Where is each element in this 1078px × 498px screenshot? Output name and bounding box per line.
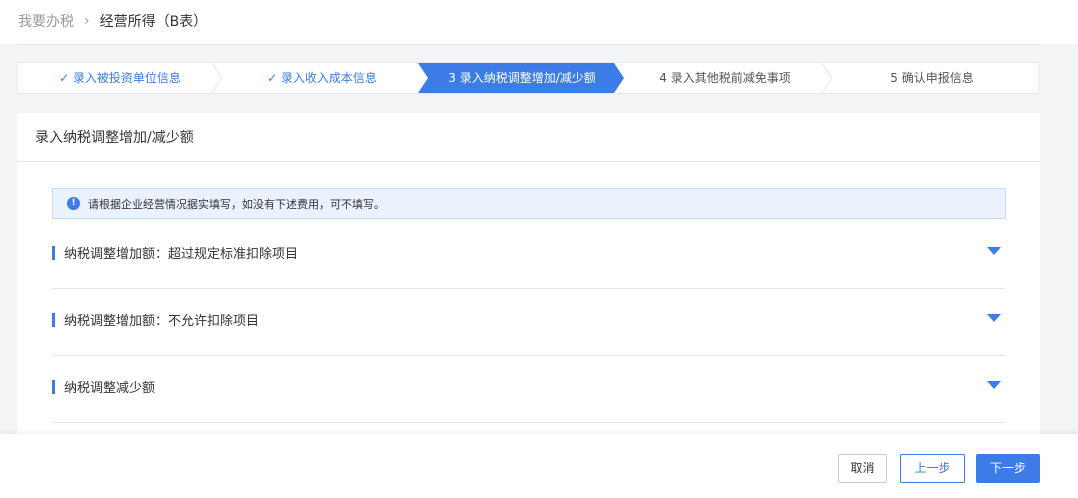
step-2: ✓ 录入收入成本信息 bbox=[267, 71, 377, 85]
section-marker bbox=[52, 313, 55, 327]
breadcrumb-home[interactable]: 我要办税 bbox=[18, 11, 74, 31]
breadcrumb-current: 经营所得（B表） bbox=[99, 14, 208, 30]
caret-down-icon[interactable] bbox=[987, 314, 1001, 322]
notice-text: 请根据企业经营情况据实填写，如没有下述费用，可不填写。 bbox=[88, 198, 385, 211]
footer-bar: 取消 上一步 下一步 bbox=[0, 434, 1078, 498]
step-4: 4 录入其他税前减免事项 bbox=[659, 71, 791, 85]
section-over-limit-deductions[interactable]: 纳税调整增加额：超过规定标准扣除项目 bbox=[52, 222, 1006, 289]
top-bar: 我要办税 › 经营所得（B表） bbox=[0, 0, 1078, 44]
divider bbox=[18, 44, 1040, 45]
chevron-right-icon: › bbox=[84, 13, 90, 29]
section-adjustment-decrease[interactable]: 纳税调整减少额 bbox=[52, 356, 1006, 423]
section-label: 纳税调整增加额：不允许扣除项目 bbox=[64, 314, 260, 329]
content-card: 录入纳税调整增加/减少额 ! 请根据企业经营情况据实填写，如没有下述费用，可不填… bbox=[17, 113, 1040, 443]
breadcrumb: 我要办税 › 经营所得（B表） bbox=[18, 11, 207, 31]
step-1: ✓ 录入被投资单位信息 bbox=[59, 71, 181, 85]
previous-step-button[interactable]: 上一步 bbox=[900, 454, 965, 483]
divider bbox=[17, 161, 1040, 162]
next-step-button[interactable]: 下一步 bbox=[976, 454, 1040, 483]
step-5: 5 确认申报信息 bbox=[890, 71, 974, 85]
notice-banner: ! 请根据企业经营情况据实填写，如没有下述费用，可不填写。 bbox=[52, 188, 1006, 219]
section-marker bbox=[52, 246, 55, 260]
info-icon: ! bbox=[67, 197, 80, 210]
cancel-button[interactable]: 取消 bbox=[838, 454, 887, 483]
card-title: 录入纳税调整增加/减少额 bbox=[35, 130, 194, 146]
section-marker bbox=[52, 380, 55, 394]
step-3: 3 录入纳税调整增加/减少额 bbox=[448, 71, 596, 85]
section-label: 纳税调整增加额：超过规定标准扣除项目 bbox=[64, 247, 299, 262]
caret-down-icon[interactable] bbox=[987, 381, 1001, 389]
section-label: 纳税调整减少额 bbox=[64, 381, 156, 396]
section-disallowed-deductions[interactable]: 纳税调整增加额：不允许扣除项目 bbox=[52, 289, 1006, 356]
caret-down-icon[interactable] bbox=[987, 247, 1001, 255]
step-progress: ✓ 录入被投资单位信息 ✓ 录入收入成本信息 3 录入纳税调整增加/减少额 4 … bbox=[17, 62, 1039, 94]
